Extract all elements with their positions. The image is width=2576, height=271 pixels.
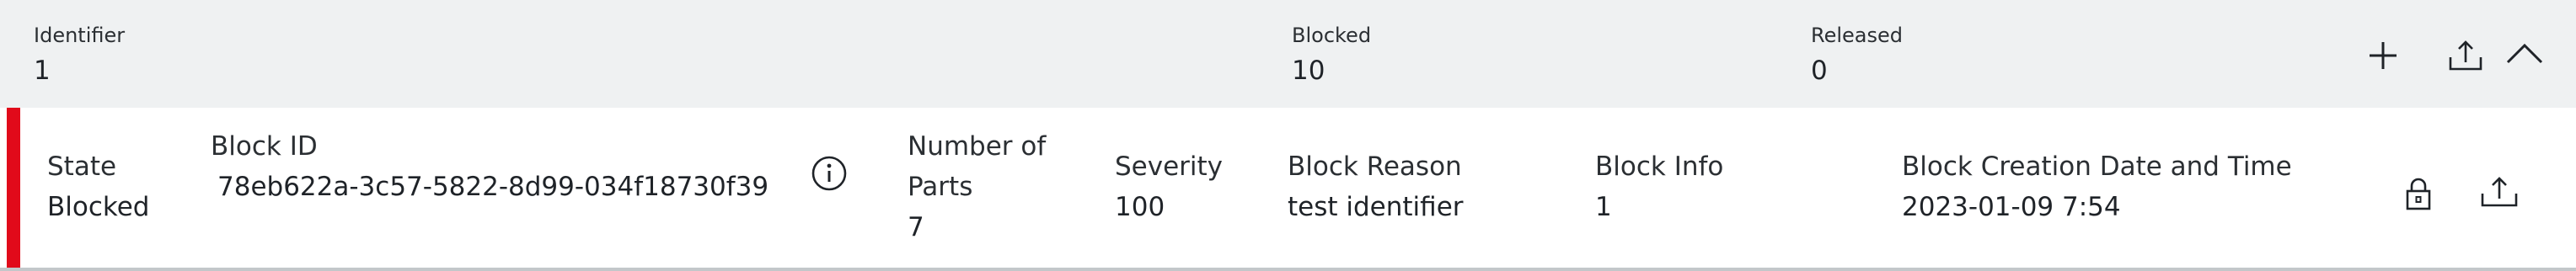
block-reason-value: test identifier (1288, 192, 1464, 222)
plus-icon (2370, 42, 2397, 69)
block-info-value: 1 (1595, 192, 1612, 222)
export-row-button[interactable] (2476, 168, 2523, 215)
status-indicator-bar (7, 108, 20, 268)
lock-button[interactable] (2395, 170, 2442, 217)
state-value: Blocked (47, 192, 150, 222)
severity-field: Severity 100 (1115, 146, 1223, 227)
export-icon (2449, 40, 2482, 71)
block-info-label: Block Info (1595, 151, 1724, 182)
blocked-label: Blocked (1292, 24, 1372, 47)
row-divider (0, 268, 2576, 271)
severity-label: Severity (1115, 151, 1224, 182)
collapse-button[interactable] (2501, 30, 2548, 77)
info-icon (811, 156, 847, 191)
block-row[interactable]: State Blocked Block ID 78eb622a-3c57-582… (0, 108, 2576, 268)
released-summary: Released 0 (1811, 24, 1903, 86)
block-info-field: Block Info 1 (1595, 146, 1723, 227)
export-icon (2481, 177, 2518, 207)
severity-value: 100 (1115, 192, 1165, 222)
block-creation-field: Block Creation Date and Time 2023-01-09 … (1902, 146, 2292, 227)
add-button[interactable] (2359, 32, 2407, 79)
block-creation-value: 2023-01-09 7:54 (1902, 192, 2121, 222)
number-of-parts-value: 7 (908, 212, 924, 242)
block-id-info-button[interactable] (806, 150, 853, 197)
number-of-parts-label-line2: Parts (908, 172, 973, 202)
lock-icon (2406, 178, 2431, 210)
block-id-label: Block ID (211, 131, 318, 162)
number-of-parts-label-line1: Number of (908, 131, 1047, 162)
released-value: 0 (1811, 56, 1828, 86)
chevron-up-icon (2506, 43, 2543, 64)
export-summary-button[interactable] (2442, 32, 2489, 79)
identifier-summary: Identifier 1 (34, 24, 125, 86)
block-id-value: 78eb622a-3c57-5822-8d99-034f18730f39 (217, 172, 769, 202)
identifier-value: 1 (34, 56, 51, 86)
block-reason-label: Block Reason (1288, 151, 1462, 182)
number-of-parts-field: Number of Parts 7 (908, 126, 1046, 247)
blocked-summary: Blocked 10 (1292, 24, 1371, 86)
state-field: State Blocked (47, 146, 150, 227)
identifier-label: Identifier (34, 24, 126, 47)
released-label: Released (1811, 24, 1904, 47)
state-label: State (47, 151, 117, 182)
blocked-value: 10 (1292, 56, 1325, 86)
summary-header: Identifier 1 Blocked 10 Released 0 (0, 0, 2576, 108)
block-creation-label: Block Creation Date and Time (1902, 151, 2292, 182)
block-reason-field: Block Reason test identifier (1288, 146, 1464, 227)
block-id-field: Block ID 78eb622a-3c57-5822-8d99-034f187… (211, 126, 769, 207)
